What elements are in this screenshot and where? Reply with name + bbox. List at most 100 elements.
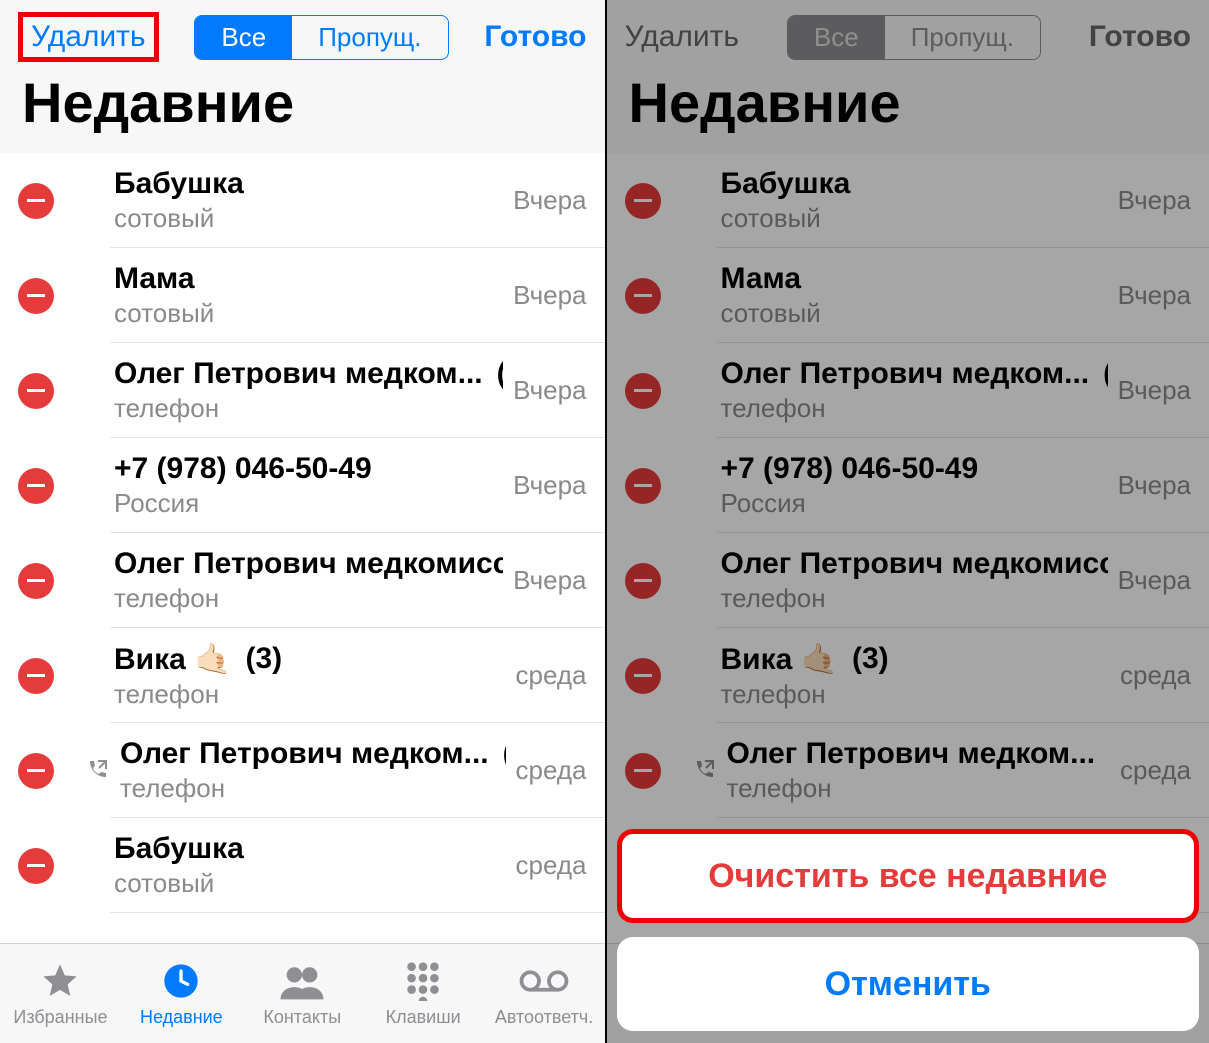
call-time: Вчера <box>1108 185 1209 216</box>
call-name: Бабушка <box>721 167 1108 201</box>
call-name: Олег Петрович медком...(2) <box>114 357 503 391</box>
call-subtitle: телефон <box>727 773 1111 804</box>
tab-favorites[interactable]: Избранные <box>0 944 121 1043</box>
topbar: Удалить Все Пропущ. Готово <box>607 0 1209 62</box>
delete-row-button[interactable] <box>625 373 661 409</box>
tab-label: Контакты <box>263 1007 341 1028</box>
segment-missed[interactable]: Пропущ. <box>292 16 447 59</box>
call-row[interactable]: +7 (978) 046-50-49РоссияВчера <box>607 438 1209 533</box>
segment-all[interactable]: Все <box>788 16 885 59</box>
call-row[interactable]: Олег Петрович медком...(2)телефонВчера <box>0 343 605 438</box>
call-time: среда <box>506 660 605 691</box>
delete-row-button[interactable] <box>18 183 54 219</box>
page-title: Недавние <box>0 62 605 153</box>
delete-button[interactable]: Удалить <box>18 12 159 62</box>
call-name: Бабушка <box>114 832 506 866</box>
tab-recents[interactable]: Недавние <box>121 944 242 1043</box>
call-subtitle: сотовый <box>114 203 503 234</box>
star-icon <box>40 959 80 1003</box>
recents-list[interactable]: БабушкасотовыйВчераМамасотовыйВчераОлег … <box>0 153 605 943</box>
call-row[interactable]: Олег Петрович медком...(2)телефонВчера <box>607 343 1209 438</box>
call-row[interactable]: Олег Петрович медкомисс...телефонВчера <box>607 533 1209 628</box>
tab-label: Автоответч. <box>495 1007 593 1028</box>
call-subtitle: телефон <box>114 583 503 614</box>
delete-row-button[interactable] <box>18 278 54 314</box>
voicemail-icon <box>519 959 569 1003</box>
call-subtitle: сотовый <box>721 298 1108 329</box>
call-row[interactable]: Вика 🤙🏻(3)телефонсреда <box>607 628 1209 723</box>
call-name: Вика 🤙🏻(3) <box>114 642 506 677</box>
action-sheet: Очистить все недавние Отменить <box>617 815 1200 1031</box>
delete-row-button[interactable] <box>625 563 661 599</box>
delete-row-button[interactable] <box>625 753 661 789</box>
page-title: Недавние <box>607 62 1209 153</box>
segmented-control[interactable]: Все Пропущ. <box>194 15 448 60</box>
call-subtitle: телефон <box>120 773 506 804</box>
delete-row-button[interactable] <box>625 468 661 504</box>
delete-row-button[interactable] <box>18 373 54 409</box>
tab-label: Избранные <box>13 1007 107 1028</box>
call-row[interactable]: +7 (978) 046-50-49РоссияВчера <box>0 438 605 533</box>
clear-all-button[interactable]: Очистить все недавние <box>617 829 1200 923</box>
delete-row-button[interactable] <box>18 753 54 789</box>
delete-row-button[interactable] <box>18 658 54 694</box>
call-time: Вчера <box>503 565 604 596</box>
delete-row-button[interactable] <box>18 468 54 504</box>
call-name: +7 (978) 046-50-49 <box>721 452 1108 486</box>
screen-left: Удалить Все Пропущ. Готово Недавние Бабу… <box>0 0 605 1043</box>
delete-row-button[interactable] <box>18 563 54 599</box>
call-name: Мама <box>114 262 503 296</box>
call-time: Вчера <box>1108 375 1209 406</box>
call-time: Вчера <box>503 185 604 216</box>
segment-missed[interactable]: Пропущ. <box>885 16 1040 59</box>
delete-row-button[interactable] <box>18 848 54 884</box>
call-time: среда <box>506 850 605 881</box>
done-button[interactable]: Готово <box>484 20 586 54</box>
call-row[interactable]: БабушкасотовыйВчера <box>0 153 605 248</box>
tab-keypad[interactable]: Клавиши <box>363 944 484 1043</box>
call-row[interactable]: Бабушкасотовыйсреда <box>0 818 605 913</box>
tab-voicemail[interactable]: Автоответч. <box>484 944 605 1043</box>
clock-icon <box>161 959 201 1003</box>
call-row[interactable]: Олег Петрович медком...(2)телефонсреда <box>607 723 1209 818</box>
delete-row-button[interactable] <box>625 183 661 219</box>
call-subtitle: Россия <box>114 488 503 519</box>
call-name: Вика 🤙🏻(3) <box>721 642 1111 677</box>
call-subtitle: телефон <box>114 393 503 424</box>
call-time: Вчера <box>1108 280 1209 311</box>
call-name: +7 (978) 046-50-49 <box>114 452 503 486</box>
done-button[interactable]: Готово <box>1089 20 1191 54</box>
call-subtitle: Россия <box>721 488 1108 519</box>
tab-bar: Избранные Недавние Контакты Клавиши Авто… <box>0 943 605 1043</box>
cancel-button[interactable]: Отменить <box>617 937 1200 1031</box>
segment-all[interactable]: Все <box>195 16 292 59</box>
call-name: Олег Петрович медком...(2) <box>727 737 1111 771</box>
call-time: среда <box>1110 660 1209 691</box>
call-name: Олег Петрович медком...(2) <box>721 357 1108 391</box>
call-name: Олег Петрович медком...(2) <box>120 737 506 771</box>
call-row[interactable]: Олег Петрович медкомисс...телефонВчера <box>0 533 605 628</box>
call-subtitle: телефон <box>721 679 1111 710</box>
call-row[interactable]: Олег Петрович медком...(2)телефонсреда <box>0 723 605 818</box>
call-time: среда <box>506 755 605 786</box>
tab-contacts[interactable]: Контакты <box>242 944 363 1043</box>
delete-row-button[interactable] <box>625 278 661 314</box>
delete-row-button[interactable] <box>625 658 661 694</box>
call-time: Вчера <box>503 280 604 311</box>
call-row[interactable]: Вика 🤙🏻(3)телефонсреда <box>0 628 605 723</box>
segmented-control[interactable]: Все Пропущ. <box>787 15 1041 60</box>
call-name: Олег Петрович медкомисс... <box>721 547 1108 581</box>
call-time: Вчера <box>503 375 604 406</box>
screen-right: Удалить Все Пропущ. Готово Недавние Бабу… <box>605 0 1209 1043</box>
call-time: Вчера <box>1108 565 1209 596</box>
delete-button[interactable]: Удалить <box>625 20 740 54</box>
call-count: (3) <box>246 642 283 677</box>
call-subtitle: сотовый <box>721 203 1108 234</box>
outgoing-call-icon <box>84 759 114 783</box>
tab-label: Клавиши <box>386 1007 461 1028</box>
call-subtitle: телефон <box>721 583 1108 614</box>
call-row[interactable]: МамасотовыйВчера <box>607 248 1209 343</box>
call-row[interactable]: БабушкасотовыйВчера <box>607 153 1209 248</box>
call-row[interactable]: МамасотовыйВчера <box>0 248 605 343</box>
call-subtitle: сотовый <box>114 298 503 329</box>
